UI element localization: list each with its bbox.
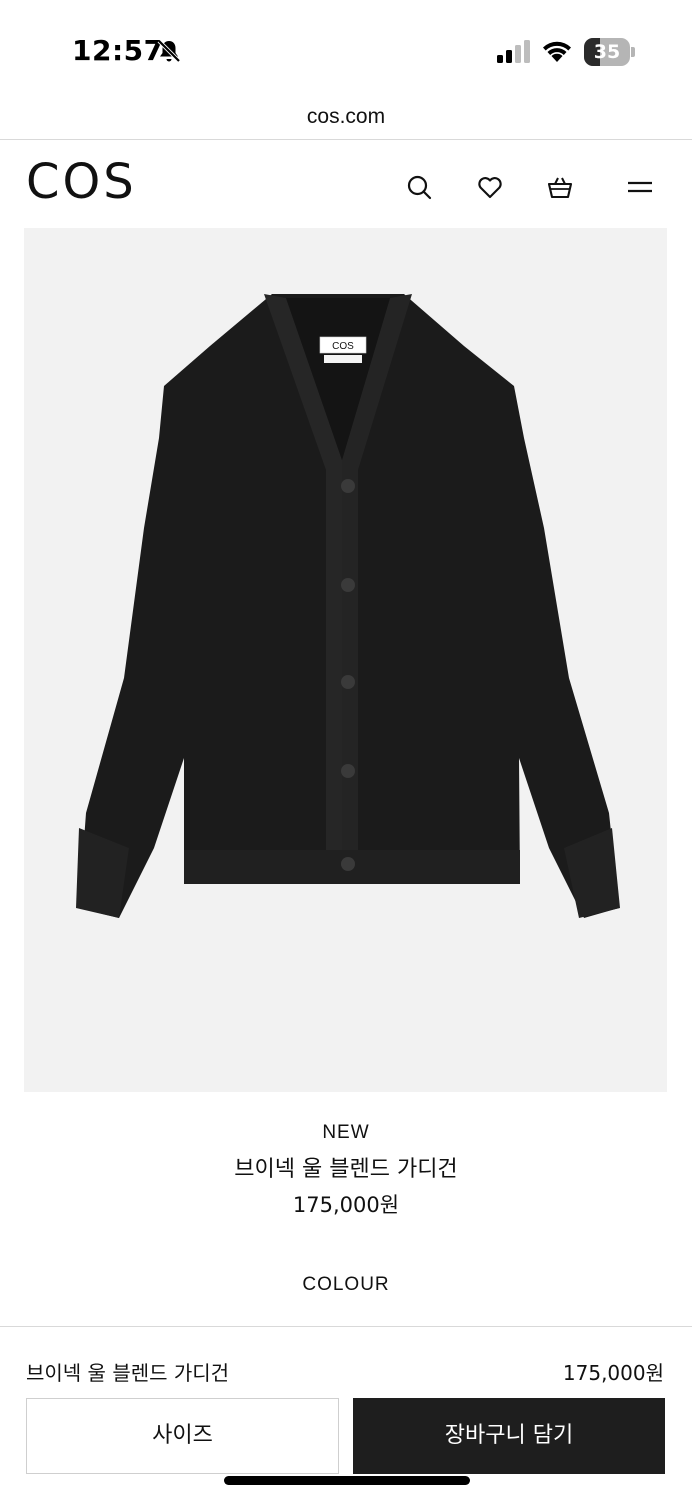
product-image[interactable]: COS — [24, 228, 667, 1092]
add-to-cart-button[interactable]: 장바구니 담기 — [353, 1398, 665, 1474]
url-text: cos.com — [306, 105, 386, 128]
battery-tip — [631, 47, 635, 57]
garment-label: COS — [332, 341, 354, 352]
site-header: COS — [0, 140, 692, 228]
product-info: NEW 브이넥 울 블렌드 가디건 175,000원 — [0, 1118, 692, 1222]
home-indicator[interactable] — [224, 1476, 470, 1485]
status-bar: 12:57 35 — [0, 0, 692, 95]
product-price: 175,000원 — [292, 1193, 400, 1217]
status-time: 12:57 — [72, 34, 164, 67]
cos-logo[interactable]: COS — [26, 154, 137, 210]
battery-body: 35 — [584, 38, 630, 66]
product-name: 브이넥 울 블렌드 가디건 — [234, 1157, 458, 1182]
menu-icon[interactable] — [626, 173, 654, 201]
sticky-product-price: 175,000원 — [562, 1361, 664, 1385]
bell-slash-icon — [157, 39, 181, 63]
wifi-icon — [543, 41, 571, 62]
size-select-button[interactable]: 사이즈 — [26, 1398, 339, 1474]
shopping-bag-icon[interactable] — [546, 173, 574, 201]
heart-icon[interactable] — [476, 173, 504, 201]
search-icon[interactable] — [405, 173, 433, 201]
address-bar[interactable]: cos.com — [0, 95, 692, 139]
new-badge: NEW — [322, 1122, 370, 1143]
sticky-add-to-cart-bar: 브이넥 울 블렌드 가디건 175,000원 사이즈 장바구니 담기 — [0, 1326, 692, 1500]
cellular-signal-icon — [497, 40, 530, 63]
cardigan-illustration: COS — [76, 294, 620, 918]
colour-label: COLOUR — [302, 1274, 390, 1295]
sticky-product-name: 브이넥 울 블렌드 가디건 — [26, 1361, 230, 1385]
battery-icon: 35 — [584, 38, 636, 66]
battery-level: 35 — [593, 41, 621, 63]
